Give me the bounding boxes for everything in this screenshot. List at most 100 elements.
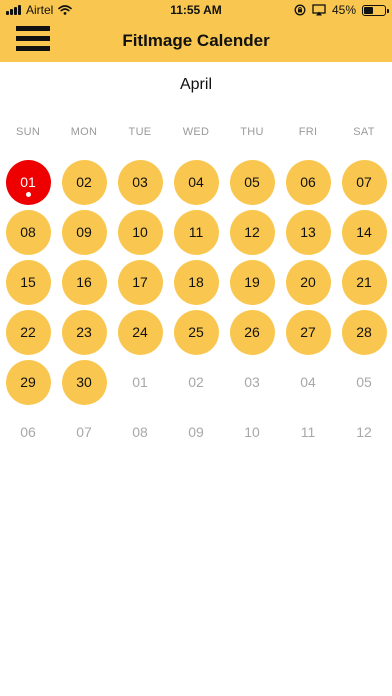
day-number: 02 xyxy=(76,174,92,190)
day-number: 08 xyxy=(132,424,148,440)
calendar-day-other-month[interactable]: 08 xyxy=(112,407,168,457)
day-number: 07 xyxy=(76,424,92,440)
day-circle: 13 xyxy=(285,209,331,255)
day-number: 05 xyxy=(244,174,260,190)
month-title: April xyxy=(179,76,212,93)
calendar-day[interactable]: 04 xyxy=(168,157,224,207)
calendar-day-other-month[interactable]: 05 xyxy=(336,357,392,407)
day-number: 11 xyxy=(300,424,316,440)
calendar-day[interactable]: 07 xyxy=(336,157,392,207)
day-circle: 15 xyxy=(5,259,51,305)
day-number: 02 xyxy=(188,374,204,390)
day-circle: 02 xyxy=(61,159,107,205)
day-number: 29 xyxy=(20,374,36,390)
day-circle: 07 xyxy=(341,159,387,205)
calendar-day[interactable]: 11 xyxy=(168,207,224,257)
day-number: 09 xyxy=(188,424,204,440)
calendar-day-other-month[interactable]: 11 xyxy=(280,407,336,457)
day-circle: 12 xyxy=(342,410,387,455)
day-circle: 01 xyxy=(118,360,163,405)
day-circle: 01 xyxy=(5,159,51,205)
calendar-day-other-month[interactable]: 06 xyxy=(0,407,56,457)
day-circle: 30 xyxy=(61,359,107,405)
day-number: 12 xyxy=(356,424,372,440)
calendar-day[interactable]: 24 xyxy=(112,307,168,357)
day-circle: 05 xyxy=(342,360,387,405)
battery-percent: 45% xyxy=(331,3,356,17)
calendar-day-other-month[interactable]: 04 xyxy=(280,357,336,407)
day-number: 24 xyxy=(132,324,148,340)
day-number: 18 xyxy=(188,274,204,290)
day-circle: 02 xyxy=(174,360,219,405)
weekday-label: SUN xyxy=(15,126,41,138)
weekday-label: FRI xyxy=(298,126,318,138)
calendar-day[interactable]: 16 xyxy=(56,257,112,307)
calendar-day[interactable]: 09 xyxy=(56,207,112,257)
battery-icon xyxy=(362,4,389,16)
calendar-day-other-month[interactable]: 03 xyxy=(224,357,280,407)
weekday-header: SUN MON TUE WED THU FRI SAT xyxy=(0,126,392,138)
calendar-day[interactable]: 10 xyxy=(112,207,168,257)
day-number: 03 xyxy=(244,374,260,390)
calendar-day[interactable]: 25 xyxy=(168,307,224,357)
calendar-day[interactable]: 26 xyxy=(224,307,280,357)
day-number: 04 xyxy=(300,374,316,390)
calendar-day[interactable]: 13 xyxy=(280,207,336,257)
calendar-day[interactable]: 12 xyxy=(224,207,280,257)
day-number: 20 xyxy=(300,274,316,290)
calendar-day[interactable]: 17 xyxy=(112,257,168,307)
calendar-day[interactable]: 22 xyxy=(0,307,56,357)
calendar-day[interactable]: 02 xyxy=(56,157,112,207)
calendar-day[interactable]: 19 xyxy=(224,257,280,307)
weekday-label: SAT xyxy=(353,126,375,138)
day-number: 26 xyxy=(244,324,260,340)
calendar-grid: 01 02 03 04 05 06 07 08 09 10 11 12 13 14 15 16 17 18 19 20… xyxy=(0,157,392,457)
calendar-day-other-month[interactable]: 12 xyxy=(336,407,392,457)
calendar-day-other-month[interactable]: 02 xyxy=(168,357,224,407)
day-circle: 04 xyxy=(173,159,219,205)
calendar-day[interactable]: 29 xyxy=(0,357,56,407)
day-circle: 03 xyxy=(117,159,163,205)
calendar-day-other-month[interactable]: 07 xyxy=(56,407,112,457)
calendar-day-today[interactable]: 01 xyxy=(0,157,56,207)
calendar-day[interactable]: 23 xyxy=(56,307,112,357)
calendar-day[interactable]: 18 xyxy=(168,257,224,307)
day-number: 06 xyxy=(20,424,36,440)
calendar-day-other-month[interactable]: 01 xyxy=(112,357,168,407)
calendar-day[interactable]: 28 xyxy=(336,307,392,357)
calendar-day[interactable]: 30 xyxy=(56,357,112,407)
calendar-week-row: 01 02 03 04 05 06 07 xyxy=(0,157,392,207)
day-number: 06 xyxy=(300,174,316,190)
calendar-day[interactable]: 27 xyxy=(280,307,336,357)
day-number: 17 xyxy=(132,274,148,290)
day-circle: 25 xyxy=(173,309,219,355)
day-circle: 06 xyxy=(6,410,51,455)
calendar-day[interactable]: 08 xyxy=(0,207,56,257)
calendar-day[interactable]: 05 xyxy=(224,157,280,207)
calendar-day-other-month[interactable]: 10 xyxy=(224,407,280,457)
day-circle: 10 xyxy=(230,410,275,455)
calendar-day[interactable]: 06 xyxy=(280,157,336,207)
calendar-day[interactable]: 20 xyxy=(280,257,336,307)
calendar-day[interactable]: 15 xyxy=(0,257,56,307)
day-circle: 08 xyxy=(118,410,163,455)
day-circle: 05 xyxy=(229,159,275,205)
calendar-day[interactable]: 14 xyxy=(336,207,392,257)
day-circle: 24 xyxy=(117,309,163,355)
calendar-day[interactable]: 03 xyxy=(112,157,168,207)
calendar-day[interactable]: 21 xyxy=(336,257,392,307)
day-number: 04 xyxy=(188,174,204,190)
day-circle: 09 xyxy=(174,410,219,455)
calendar-week-row: 15 16 17 18 19 20 21 xyxy=(0,257,392,307)
day-circle: 17 xyxy=(117,259,163,305)
day-number: 10 xyxy=(132,224,148,240)
day-circle: 18 xyxy=(173,259,219,305)
day-circle: 28 xyxy=(341,309,387,355)
day-number: 30 xyxy=(76,374,92,390)
weekday-label: MON xyxy=(70,126,98,138)
day-number: 07 xyxy=(356,174,372,190)
weekday-label: THU xyxy=(240,126,264,138)
day-number: 09 xyxy=(76,224,92,240)
day-circle: 03 xyxy=(230,360,275,405)
calendar-day-other-month[interactable]: 09 xyxy=(168,407,224,457)
